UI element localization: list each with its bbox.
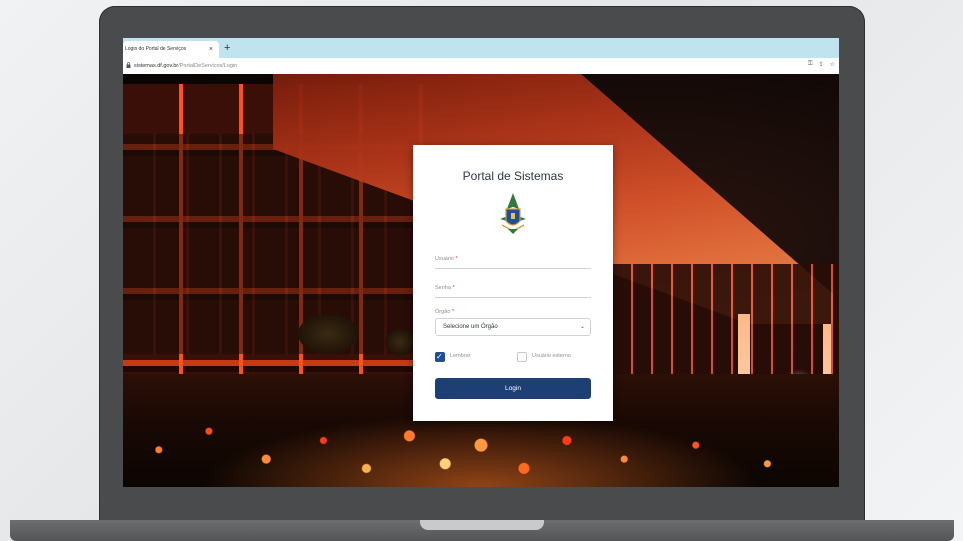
remember-checkbox[interactable]: ✓ xyxy=(435,352,445,362)
login-card: Portal de Sistemas Usuário * Senha * Órg… xyxy=(413,145,613,421)
share-icon[interactable]: ⇪ xyxy=(819,61,824,68)
password-field[interactable] xyxy=(435,297,591,298)
url-path: /PortalDeServicos/Login xyxy=(178,63,238,69)
url-host: sistemas.df.gov.br xyxy=(134,63,179,69)
login-button[interactable]: Login xyxy=(435,378,591,399)
username-label-text: Usuário xyxy=(435,256,454,262)
organ-label-text: Órgão xyxy=(435,309,451,315)
laptop-screen: Login do Portal de Serviços × + sistemas… xyxy=(123,38,839,487)
organ-selected-value: Selecione um Órgão xyxy=(443,324,498,330)
new-tab-icon[interactable]: + xyxy=(224,40,230,56)
external-user-checkbox[interactable] xyxy=(517,352,527,362)
browser-tab-bar: Login do Portal de Serviços × + xyxy=(123,38,839,58)
tab-close-icon[interactable]: × xyxy=(209,41,213,58)
laptop-notch xyxy=(420,520,544,530)
checkmark-icon: ✓ xyxy=(436,352,443,361)
brasilia-coat-of-arms-icon xyxy=(500,193,526,234)
username-label: Usuário * xyxy=(435,256,458,262)
chevron-down-icon: ⌄ xyxy=(579,324,585,330)
browser-tab[interactable]: Login do Portal de Serviços × xyxy=(123,41,219,58)
password-label: Senha * xyxy=(435,285,455,291)
required-mark: * xyxy=(455,256,458,262)
password-label-text: Senha xyxy=(435,285,451,291)
url-text[interactable]: sistemas.df.gov.br/PortalDeServicos/Logi… xyxy=(134,58,237,74)
remember-label: Lembrar xyxy=(450,353,471,359)
tree xyxy=(298,314,358,354)
organ-label: Órgão * xyxy=(435,309,454,315)
page-title: Portal de Sistemas xyxy=(462,169,564,183)
external-user-label: Usuário externo xyxy=(532,353,571,359)
lock-icon xyxy=(126,62,131,68)
star-icon[interactable]: ☆ xyxy=(830,61,835,68)
required-mark: * xyxy=(452,285,455,291)
required-mark: * xyxy=(451,309,454,315)
organ-select[interactable]: Selecione um Órgão ⌄ xyxy=(435,318,591,336)
address-bar[interactable]: sistemas.df.gov.br/PortalDeServicos/Logi… xyxy=(123,58,839,75)
tree xyxy=(385,329,415,355)
key-icon[interactable]: ⚿ xyxy=(808,61,813,68)
tab-title: Login do Portal de Serviços xyxy=(125,46,187,52)
username-field[interactable] xyxy=(435,268,591,269)
